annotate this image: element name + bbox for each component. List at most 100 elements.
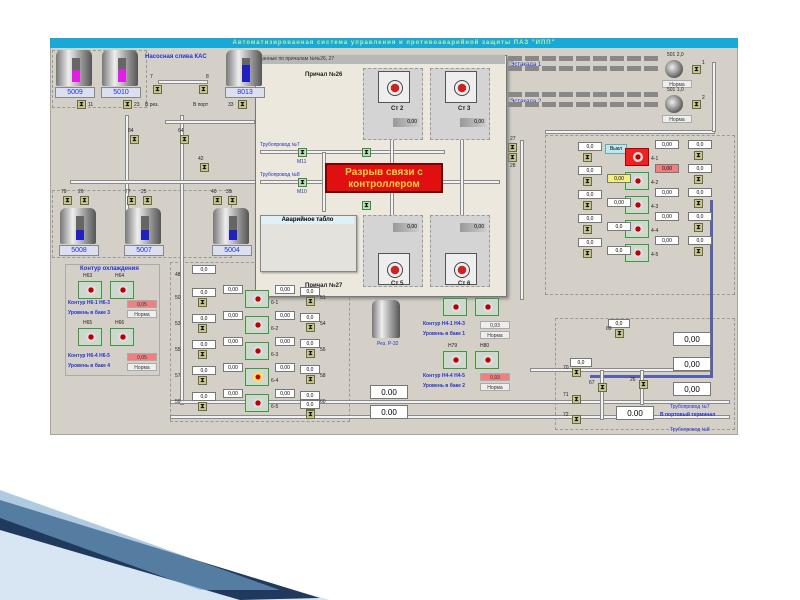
- dialog-title[interactable]: Данные по причалам №№26, 27: [255, 55, 505, 64]
- valve-label: 42: [198, 156, 204, 162]
- tank: [102, 50, 138, 86]
- valve-67[interactable]: ⧗: [598, 383, 607, 392]
- valve[interactable]: ⧗: [306, 349, 315, 358]
- valve-72[interactable]: ⧗: [572, 415, 581, 424]
- valve[interactable]: ⧗: [583, 249, 592, 258]
- pump-label: 6-5: [271, 404, 279, 410]
- valve[interactable]: ⧗: [583, 225, 592, 234]
- cooling-pump[interactable]: [78, 281, 102, 299]
- valve-39[interactable]: ⧗: [228, 196, 237, 205]
- valve-27[interactable]: ⧗: [508, 143, 517, 152]
- pump-6-1[interactable]: [245, 290, 269, 308]
- overpass-pump-icon[interactable]: [665, 60, 683, 78]
- pipe: [712, 62, 716, 132]
- valve-m10[interactable]: ⧗: [298, 178, 307, 187]
- valve-7[interactable]: ⧗: [153, 85, 162, 94]
- valve[interactable]: ⧗: [198, 402, 207, 411]
- valve[interactable]: ⧗: [306, 297, 315, 306]
- valve-69[interactable]: ⧗: [615, 329, 624, 338]
- valve-m11[interactable]: ⧗: [298, 148, 307, 157]
- tank-level-fill: [72, 70, 80, 82]
- mode-indicator[interactable]: Выкл: [605, 144, 627, 154]
- loading-station-icon[interactable]: [378, 71, 410, 103]
- valve[interactable]: ⧗: [306, 323, 315, 332]
- valve-77[interactable]: ⧗: [127, 196, 136, 205]
- station-label: Ст 5: [391, 281, 404, 287]
- pump-label: 4-5: [651, 252, 659, 258]
- flow-value: 0.00: [370, 405, 408, 419]
- valve[interactable]: ⧗: [306, 410, 315, 419]
- tank-label: 5008: [59, 245, 99, 256]
- valve[interactable]: ⧗: [694, 223, 703, 232]
- pump-6-3[interactable]: [245, 342, 269, 360]
- cooling-pump[interactable]: [78, 328, 102, 346]
- valve-25[interactable]: ⧗: [143, 196, 152, 205]
- pipe7-label: Трубопровод №7: [670, 404, 710, 410]
- valve-label: 7: [150, 74, 153, 80]
- inlet-pressure: 0,0: [192, 265, 216, 274]
- overpass-pump-icon[interactable]: [665, 95, 683, 113]
- cooling-row-label: Уровень в баке 4: [68, 363, 111, 369]
- tank-label: 5009: [55, 87, 95, 98]
- valve-70[interactable]: ⧗: [572, 368, 581, 377]
- valve-33[interactable]: ⧗: [238, 100, 247, 109]
- valve[interactable]: ⧗: [306, 375, 315, 384]
- valve[interactable]: ⧗: [198, 298, 207, 307]
- tank-level-fill: [141, 230, 149, 240]
- cooling-pump[interactable]: [110, 281, 134, 299]
- valve-64[interactable]: ⧗: [180, 135, 189, 144]
- pipe-active: [590, 375, 710, 378]
- valve-84[interactable]: ⧗: [130, 135, 139, 144]
- station-value: 0,00: [393, 223, 419, 232]
- cooling-pump[interactable]: [475, 298, 499, 316]
- valve[interactable]: ⧗: [583, 201, 592, 210]
- valve[interactable]: ⧗: [694, 151, 703, 160]
- cooling-pump[interactable]: [443, 351, 467, 369]
- valve-23[interactable]: ⧗: [123, 100, 132, 109]
- overpass-pump-status: Норма: [662, 115, 692, 123]
- outlet-pressure: 0,00: [223, 363, 243, 372]
- valve[interactable]: ⧗: [694, 199, 703, 208]
- valve-label: 8: [206, 74, 209, 80]
- valve[interactable]: ⧗: [198, 376, 207, 385]
- valve-79[interactable]: ⧗: [63, 196, 72, 205]
- valve-label: 67: [589, 380, 595, 386]
- valve-2[interactable]: ⧗: [692, 100, 701, 109]
- valve-1[interactable]: ⧗: [692, 65, 701, 74]
- pipe7-label: Трубопровод №7: [260, 142, 300, 148]
- cooling-pump[interactable]: [475, 351, 499, 369]
- valve-28[interactable]: ⧗: [508, 153, 517, 162]
- valve-label: 84: [128, 128, 134, 134]
- valve-m4[interactable]: ⧗: [362, 148, 371, 157]
- valve-26[interactable]: ⧗: [80, 196, 89, 205]
- valve-8[interactable]: ⧗: [199, 85, 208, 94]
- flow-value: 0,00: [673, 382, 711, 396]
- valve[interactable]: ⧗: [694, 175, 703, 184]
- cooling-pump[interactable]: [443, 298, 467, 316]
- cooling-pump[interactable]: [110, 328, 134, 346]
- tank-level-gauge: [229, 216, 237, 240]
- valve[interactable]: ⧗: [583, 153, 592, 162]
- pump-4-1[interactable]: [625, 148, 649, 166]
- valve-11[interactable]: ⧗: [77, 100, 86, 109]
- cooling-pump-label: Н63: [83, 273, 93, 279]
- valve-40[interactable]: ⧗: [213, 196, 222, 205]
- pump-6-2[interactable]: [245, 316, 269, 334]
- pump-label: 4-1: [651, 156, 659, 162]
- valve[interactable]: ⧗: [198, 324, 207, 333]
- valve-m3[interactable]: ⧗: [362, 201, 371, 210]
- flow-value: 0.00: [616, 406, 654, 420]
- outlet-pressure: 0,00: [655, 236, 679, 245]
- loading-station-icon[interactable]: [445, 71, 477, 103]
- valve[interactable]: ⧗: [198, 350, 207, 359]
- overpass-pump-label: 501 1,0: [667, 87, 684, 93]
- pump-6-5[interactable]: [245, 394, 269, 412]
- valve-26[interactable]: ⧗: [639, 380, 648, 389]
- after-pressure-2: 0,0: [300, 365, 320, 374]
- valve[interactable]: ⧗: [583, 177, 592, 186]
- valve[interactable]: ⧗: [694, 247, 703, 256]
- valve-71[interactable]: ⧗: [572, 395, 581, 404]
- cooling2-row-value: Норма: [480, 383, 510, 391]
- pump-6-4[interactable]: [245, 368, 269, 386]
- valve-42[interactable]: ⧗: [200, 163, 209, 172]
